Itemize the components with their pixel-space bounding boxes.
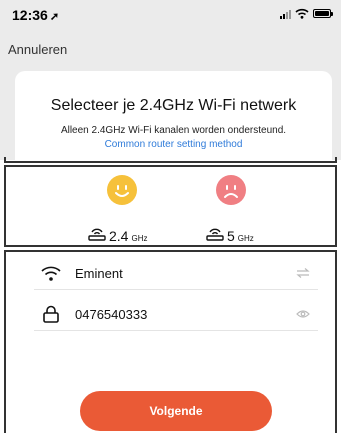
location-arrow-icon: ➚ (49, 11, 60, 23)
wifi-icon (295, 8, 309, 19)
next-button[interactable]: Volgende (80, 391, 272, 431)
status-bar: 12:36 ➚ (0, 0, 341, 30)
network-card: Selecteer je 2.4GHz Wi-Fi netwerk Alleen… (15, 71, 332, 161)
status-time: 12:36 ➚ (12, 7, 60, 23)
frame-header (4, 157, 337, 163)
page-title: Selecteer je 2.4GHz Wi-Fi netwerk (50, 97, 297, 114)
battery-icon (313, 9, 333, 18)
status-icons (280, 8, 333, 19)
frame-bands (4, 165, 337, 247)
signal-icon (280, 9, 291, 19)
router-setting-link[interactable]: Common router setting method (15, 139, 332, 150)
page-subtitle: Alleen 2.4GHz Wi-Fi kanalen worden onder… (60, 125, 287, 136)
cancel-button[interactable]: Annuleren (8, 42, 67, 57)
